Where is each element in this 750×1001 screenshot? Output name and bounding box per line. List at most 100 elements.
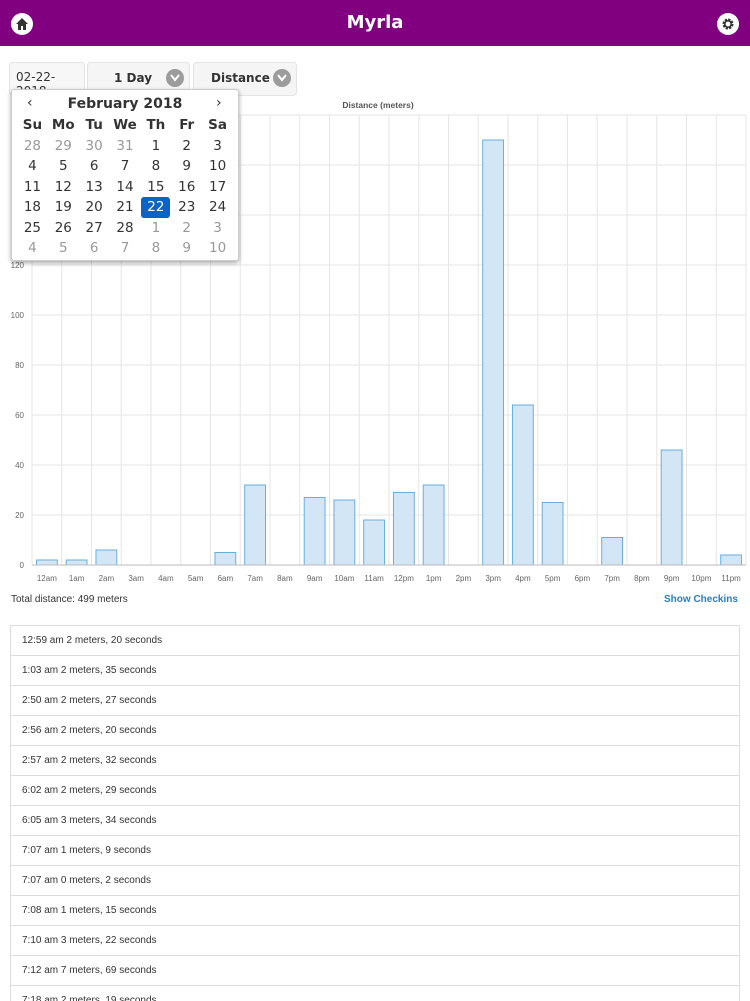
calendar-day[interactable]: 10 xyxy=(202,238,233,259)
settings-button[interactable] xyxy=(717,13,739,35)
x-tick-label: 10am xyxy=(334,574,354,583)
checkin-row[interactable]: 7:07 am 0 meters, 2 seconds xyxy=(11,866,739,896)
x-tick-label: 4am xyxy=(158,574,174,583)
calendar-week: 28 29 30 31 1 2 3 xyxy=(17,136,233,157)
x-tick-label: 12pm xyxy=(394,574,414,583)
checkin-row[interactable]: 7:12 am 7 meters, 69 seconds xyxy=(11,956,739,986)
metric-value: Distance xyxy=(211,71,270,85)
calendar-day[interactable]: 25 xyxy=(17,218,48,239)
checkin-row[interactable]: 2:56 am 2 meters, 20 seconds xyxy=(11,716,739,746)
checkin-row[interactable]: 7:10 am 3 meters, 22 seconds xyxy=(11,926,739,956)
checkin-row[interactable]: 6:02 am 2 meters, 29 seconds xyxy=(11,776,739,806)
weekday-label: Mo xyxy=(51,117,75,133)
checkin-row[interactable]: 6:05 am 3 meters, 34 seconds xyxy=(11,806,739,836)
calendar-day[interactable]: 9 xyxy=(171,156,202,177)
bar-6am xyxy=(214,552,237,566)
show-checkins-link[interactable]: Show Checkins xyxy=(664,594,738,605)
calendar-day[interactable]: 29 xyxy=(48,136,79,157)
checkin-row[interactable]: 7:08 am 1 meters, 15 seconds xyxy=(11,896,739,926)
y-tick-label: 60 xyxy=(15,411,24,420)
calendar-day[interactable]: 23 xyxy=(171,197,202,218)
calendar-day[interactable]: 18 xyxy=(17,197,48,218)
x-tick-label: 11pm xyxy=(721,574,741,583)
checkin-row[interactable]: 1:03 am 2 meters, 35 seconds xyxy=(11,656,739,686)
calendar-day[interactable]: 15 xyxy=(140,177,171,198)
calendar-month-label[interactable]: February 2018 xyxy=(12,96,238,112)
calendar-day[interactable]: 1 xyxy=(140,136,171,157)
next-month-button[interactable]: › xyxy=(216,95,222,111)
x-tick-label: 2pm xyxy=(456,574,472,583)
bar-2am xyxy=(95,549,118,566)
checkin-row[interactable]: 7:07 am 1 meters, 9 seconds xyxy=(11,836,739,866)
calendar-day[interactable]: 26 xyxy=(48,218,79,239)
calendar-day[interactable]: 7 xyxy=(110,156,141,177)
date-picker-popup: ‹ February 2018 › Su Mo Tu We Th Fr Sa 28 29 30 31… xyxy=(11,89,239,261)
calendar-day[interactable]: 31 xyxy=(110,136,141,157)
bar-11am xyxy=(363,519,386,566)
calendar-day[interactable]: 28 xyxy=(110,218,141,239)
calendar-day[interactable]: 6 xyxy=(79,238,110,259)
calendar-day[interactable]: 30 xyxy=(79,136,110,157)
weekday-label: We xyxy=(113,117,137,133)
calendar-day[interactable]: 5 xyxy=(48,238,79,259)
calendar-day[interactable]: 1 xyxy=(140,218,171,239)
calendar-day[interactable]: 8 xyxy=(140,156,171,177)
x-tick-label: 7pm xyxy=(604,574,620,583)
calendar-day[interactable]: 27 xyxy=(79,218,110,239)
y-tick-label: 80 xyxy=(15,361,24,370)
bar-11pm xyxy=(720,554,743,566)
chevron-down-icon xyxy=(166,69,184,87)
calendar-day[interactable]: 9 xyxy=(171,238,202,259)
bar-9am xyxy=(303,497,326,566)
calendar-day[interactable]: 3 xyxy=(202,136,233,157)
checkin-row[interactable]: 7:18 am 2 meters, 19 seconds xyxy=(11,986,739,1001)
calendar-week: 4 5 6 7 8 9 10 xyxy=(17,238,233,259)
bar-9pm xyxy=(660,449,683,566)
calendar-day[interactable]: 21 xyxy=(110,197,141,218)
calendar-day[interactable]: 12 xyxy=(48,177,79,198)
calendar-day[interactable]: 4 xyxy=(17,238,48,259)
calendar-day[interactable]: 19 xyxy=(48,197,79,218)
y-tick-label: 40 xyxy=(15,461,24,470)
calendar-day[interactable]: 28 xyxy=(17,136,48,157)
bar-1pm xyxy=(422,484,445,566)
x-tick-label: 9pm xyxy=(664,574,680,583)
calendar-day[interactable]: 11 xyxy=(17,177,48,198)
calendar-grid: Su Mo Tu We Th Fr Sa 28 29 30 31 1 2 3 4 5 6 7 8 9 10 11 12 13 1… xyxy=(17,115,233,259)
calendar-day[interactable]: 7 xyxy=(110,238,141,259)
calendar-week: 18 19 20 21 22 23 24 xyxy=(17,197,233,218)
calendar-day[interactable]: 2 xyxy=(171,136,202,157)
calendar-day[interactable]: 17 xyxy=(202,177,233,198)
app-header: Myrla xyxy=(0,0,750,46)
calendar-day[interactable]: 4 xyxy=(17,156,48,177)
checkin-row[interactable]: 2:57 am 2 meters, 32 seconds xyxy=(11,746,739,776)
calendar-day[interactable]: 13 xyxy=(79,177,110,198)
chevron-down-icon xyxy=(273,69,291,87)
calendar-day[interactable]: 10 xyxy=(202,156,233,177)
x-tick-label: 12am xyxy=(37,574,57,583)
weekday-label: Su xyxy=(22,117,43,133)
calendar-day[interactable]: 5 xyxy=(48,156,79,177)
calendar-day[interactable]: 20 xyxy=(79,197,110,218)
calendar-day[interactable]: 8 xyxy=(140,238,171,259)
checkin-row[interactable]: 12:59 am 2 meters, 20 seconds xyxy=(11,626,739,656)
calendar-day[interactable]: 16 xyxy=(171,177,202,198)
checkin-row[interactable]: 2:50 am 2 meters, 27 seconds xyxy=(11,686,739,716)
x-tick-label: 7am xyxy=(247,574,263,583)
bar-4pm xyxy=(511,404,534,566)
calendar-day[interactable]: 14 xyxy=(110,177,141,198)
calendar-day[interactable]: 2 xyxy=(171,218,202,239)
weekday-header: Su Mo Tu We Th Fr Sa xyxy=(17,115,233,136)
app-title: Myrla xyxy=(346,12,404,33)
calendar-day-selected[interactable]: 22 xyxy=(141,197,171,218)
x-tick-label: 6am xyxy=(218,574,234,583)
x-tick-label: 5am xyxy=(188,574,204,583)
calendar-day[interactable]: 3 xyxy=(202,218,233,239)
range-value: 1 Day xyxy=(114,71,153,85)
weekday-label: Fr xyxy=(179,117,195,133)
bar-12pm xyxy=(392,492,415,566)
calendar-day[interactable]: 24 xyxy=(202,197,233,218)
calendar-day[interactable]: 6 xyxy=(79,156,110,177)
x-tick-label: 3pm xyxy=(485,574,501,583)
bar-7am xyxy=(244,484,267,566)
